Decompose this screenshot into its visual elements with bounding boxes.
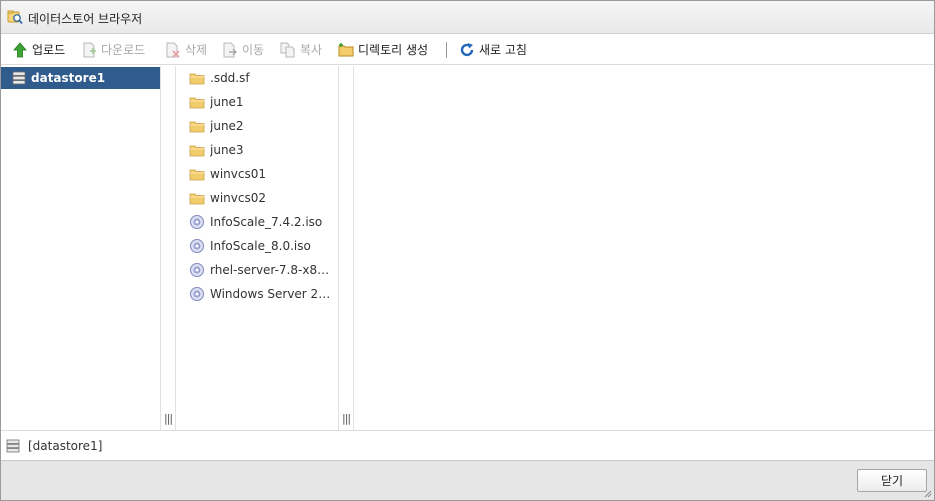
delete-icon <box>166 42 180 58</box>
datastore-tree: datastore1 <box>1 66 160 430</box>
splitter-grip-icon: ||| <box>164 412 173 425</box>
copy-label: 복사 <box>300 43 323 57</box>
list-item[interactable]: june2 <box>189 117 244 135</box>
window-title: 데이터스토어 브라우저 <box>28 12 143 26</box>
upload-label: 업로드 <box>32 43 66 57</box>
folder-icon <box>189 193 205 205</box>
file-name: rhel-server-7.8-x86… <box>210 263 335 277</box>
disc-image-icon <box>190 239 204 253</box>
list-item[interactable]: InfoScale_7.4.2.iso <box>189 213 322 231</box>
upload-button[interactable]: 업로드 <box>12 40 65 59</box>
refresh-label: 새로 고침 <box>479 43 527 57</box>
move-icon <box>223 42 237 57</box>
folder-icon <box>189 145 205 157</box>
refresh-button[interactable]: 새로 고침 <box>459 40 527 59</box>
create-directory-button[interactable]: 디렉토리 생성 <box>338 40 428 59</box>
list-item[interactable]: Windows Server 20… <box>189 285 335 303</box>
toolbar-separator <box>446 42 447 58</box>
file-name: Windows Server 20… <box>210 287 335 301</box>
folder-icon <box>189 121 205 133</box>
resize-grip-icon[interactable] <box>924 490 932 498</box>
pane-splitter[interactable]: ||| <box>160 66 176 430</box>
file-name: winvcs01 <box>210 167 266 181</box>
tree-item-datastore1[interactable]: datastore1 <box>1 67 160 89</box>
move-label: 이동 <box>242 43 265 57</box>
move-button[interactable]: 이동 <box>222 40 264 59</box>
upload-arrow-icon <box>13 41 27 57</box>
dialog-footer: 닫기 <box>1 460 934 500</box>
copy-button[interactable]: 복사 <box>280 40 322 59</box>
list-item[interactable]: winvcs01 <box>189 165 266 183</box>
splitter-grip-icon: ||| <box>342 412 351 425</box>
file-name: june3 <box>210 143 244 157</box>
disc-image-icon <box>190 287 204 301</box>
current-path: [datastore1] <box>28 439 103 453</box>
datastore-icon <box>12 71 26 85</box>
file-name: winvcs02 <box>210 191 266 205</box>
download-label: 다운로드 <box>101 43 146 57</box>
list-item[interactable]: .sdd.sf <box>189 69 250 87</box>
delete-button[interactable]: 삭제 <box>165 40 207 59</box>
refresh-icon <box>460 42 474 56</box>
folder-icon <box>189 73 205 85</box>
path-bar: [datastore1] <box>1 430 934 460</box>
datastore-browser-icon <box>7 10 23 25</box>
toolbar: 업로드 다운로드 삭제 이동 복사 디렉토리 생성 새로 고침 <box>1 34 934 65</box>
create-directory-label: 디렉토리 생성 <box>358 43 429 57</box>
pane-splitter[interactable]: ||| <box>338 66 354 430</box>
list-item[interactable]: rhel-server-7.8-x86… <box>189 261 335 279</box>
datastore-icon <box>6 439 20 453</box>
file-name: .sdd.sf <box>210 71 250 85</box>
tree-item-label: datastore1 <box>31 71 106 85</box>
list-item[interactable]: june3 <box>189 141 244 159</box>
browser-panes: datastore1 ||| .sdd.sf june1 june2 june3… <box>1 66 934 430</box>
download-icon <box>83 42 96 57</box>
folder-icon <box>189 169 205 181</box>
datastore-browser-window: 데이터스토어 브라우저 업로드 다운로드 삭제 이동 복사 디렉토리 생성 새로… <box>0 0 935 501</box>
file-detail-pane <box>354 66 934 430</box>
new-folder-icon <box>338 42 354 56</box>
title-bar: 데이터스토어 브라우저 <box>1 1 934 34</box>
file-list-pane: .sdd.sf june1 june2 june3 winvcs01 winvc… <box>176 66 338 430</box>
close-button[interactable]: 닫기 <box>857 469 927 492</box>
copy-icon <box>280 42 295 57</box>
file-name: InfoScale_7.4.2.iso <box>210 215 323 229</box>
list-item[interactable]: InfoScale_8.0.iso <box>189 237 311 255</box>
download-button[interactable]: 다운로드 <box>81 40 145 59</box>
disc-image-icon <box>190 215 204 229</box>
list-item[interactable]: winvcs02 <box>189 189 266 207</box>
file-name: june2 <box>210 119 244 133</box>
delete-label: 삭제 <box>185 43 208 57</box>
file-name: june1 <box>210 95 244 109</box>
folder-icon <box>189 97 205 109</box>
file-name: InfoScale_8.0.iso <box>210 239 311 253</box>
disc-image-icon <box>190 263 204 277</box>
list-item[interactable]: june1 <box>189 93 244 111</box>
